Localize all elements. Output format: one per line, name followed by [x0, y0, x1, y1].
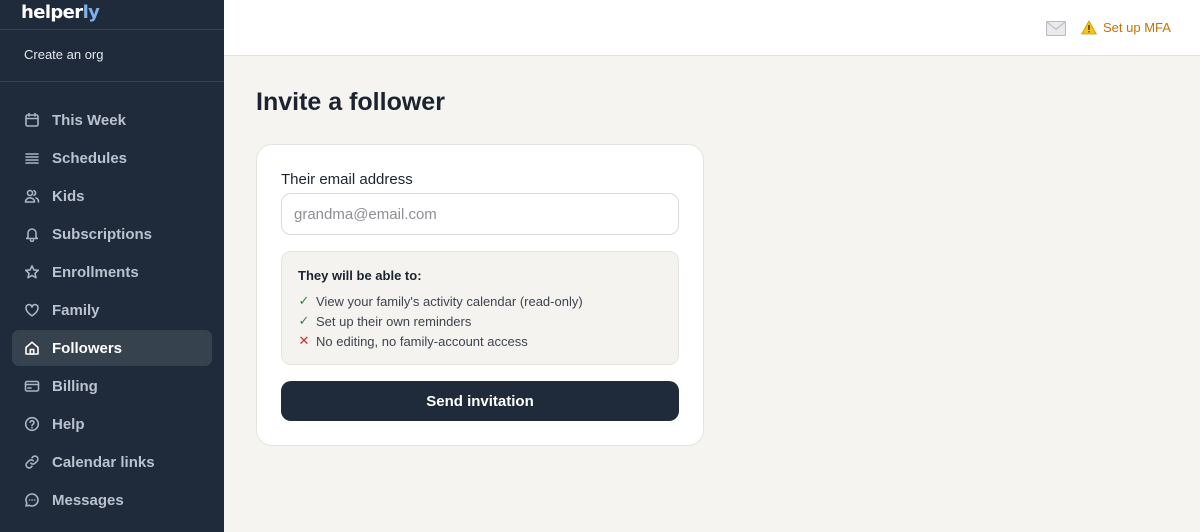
send-invitation-button[interactable]: Send invitation: [281, 381, 679, 421]
sidebar-item-label: Calendar links: [52, 453, 155, 471]
cross-icon: ✕: [298, 333, 310, 348]
sidebar-item-this-week[interactable]: This Week: [12, 102, 212, 138]
sidebar-item-kids[interactable]: Kids: [12, 178, 212, 214]
star-icon: [24, 264, 40, 279]
credit-card-icon: [24, 380, 40, 392]
setup-mfa-link[interactable]: Set up MFA: [1081, 20, 1171, 35]
create-org-link[interactable]: Create an org: [24, 47, 104, 62]
warning-icon: [1081, 20, 1097, 35]
sidebar-item-family[interactable]: Family: [12, 292, 212, 328]
message-icon: [25, 493, 39, 507]
setup-mfa-label: Set up MFA: [1103, 20, 1171, 35]
email-field[interactable]: [281, 193, 679, 235]
sidebar-item-billing[interactable]: Billing: [12, 368, 212, 404]
permissions-box: They will be able to: ✓ View your family…: [281, 251, 679, 365]
sidebar: helperly Create an org This Week Schedul…: [0, 0, 224, 532]
sidebar-item-help[interactable]: Help: [12, 406, 212, 442]
permissions-title: They will be able to:: [298, 268, 422, 283]
check-icon: ✓: [298, 313, 310, 328]
list-icon: [25, 153, 39, 164]
sidebar-item-label: Schedules: [52, 149, 128, 167]
email-field-label: Their email address: [281, 171, 413, 188]
permission-text: Set up their own reminders: [316, 313, 472, 329]
permission-item: ✓ View your family's activity calendar (…: [298, 293, 583, 309]
permission-text: No editing, no family-account access: [316, 333, 528, 349]
sidebar-item-messages[interactable]: Messages: [12, 482, 212, 518]
sidebar-item-calendar-links[interactable]: Calendar links: [12, 444, 212, 480]
home-icon: [25, 341, 39, 355]
top-bar: Set up MFA: [224, 0, 1200, 56]
sidebar-item-label: This Week: [52, 111, 126, 129]
link-icon: [25, 455, 39, 469]
sidebar-item-label: Messages: [52, 491, 124, 509]
page-title: Invite a follower: [256, 88, 445, 116]
invite-card: Their email address They will be able to…: [256, 144, 704, 446]
permission-text: View your family's activity calendar (re…: [316, 293, 583, 309]
calendar-icon: [25, 112, 39, 127]
sidebar-item-label: Kids: [52, 187, 85, 205]
sidebar-item-label: Billing: [52, 377, 98, 395]
permission-item: ✕ No editing, no family-account access: [298, 333, 528, 349]
help-circle-icon: [24, 416, 40, 432]
sidebar-item-label: Family: [52, 301, 100, 319]
sidebar-item-label: Subscriptions: [52, 225, 153, 243]
sidebar-item-enrollments[interactable]: Enrollments: [12, 254, 212, 290]
mail-icon[interactable]: [1046, 21, 1066, 36]
sidebar-item-subscriptions[interactable]: Subscriptions: [12, 216, 212, 252]
check-icon: ✓: [298, 293, 310, 308]
sidebar-divider: [0, 81, 224, 82]
heart-icon: [25, 303, 39, 317]
sidebar-item-followers[interactable]: Followers: [12, 330, 212, 366]
users-icon: [24, 189, 40, 203]
logo-accent-text: ly: [82, 2, 100, 23]
permission-item: ✓ Set up their own reminders: [298, 313, 472, 329]
sidebar-item-label: Enrollments: [52, 263, 139, 281]
logo-main-text: helper: [21, 2, 83, 23]
helperly-logo[interactable]: helperly: [21, 2, 100, 23]
sidebar-item-schedules[interactable]: Schedules: [12, 140, 212, 176]
bell-icon: [25, 228, 39, 242]
sidebar-divider: [0, 29, 224, 30]
sidebar-item-label: Followers: [52, 339, 123, 357]
sidebar-item-label: Help: [52, 415, 85, 433]
